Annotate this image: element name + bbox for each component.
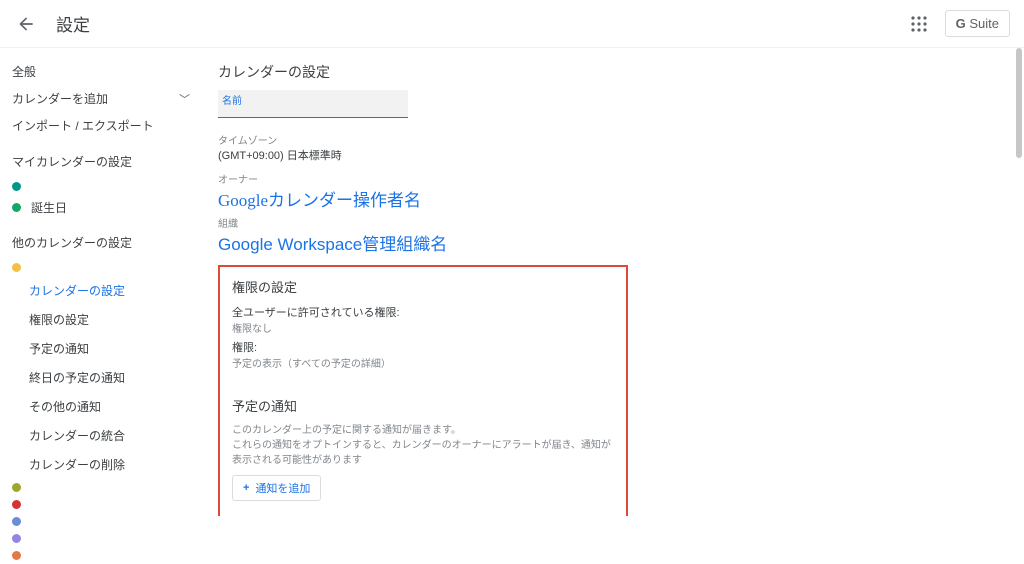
event-notif-desc: このカレンダー上の予定に関する通知が届きます。 これらの通知をオプトインすると、… — [232, 423, 614, 468]
sidebar-link-perm[interactable]: 権限の設定 — [29, 305, 200, 334]
sidebar-link-cal-settings[interactable]: カレンダーの設定 — [29, 276, 200, 305]
calendar-color-dot — [12, 182, 21, 191]
sidebar-othercal-item[interactable] — [12, 259, 200, 276]
sidebar-general[interactable]: 全般 — [12, 58, 200, 85]
name-field-container: 名前 — [218, 90, 408, 118]
calendar-color-dot — [12, 534, 21, 543]
gsuite-button[interactable]: G Suite — [945, 10, 1010, 37]
perm-all-users-value: 権限なし — [232, 320, 614, 335]
sidebar-birthday-label: 誕生日 — [31, 199, 67, 216]
chevron-down-icon: ﹀ — [179, 91, 190, 107]
calendar-color-dot — [12, 263, 21, 272]
owner-label: オーナー — [218, 171, 1024, 186]
gsuite-label: Suite — [969, 16, 999, 31]
sidebar-birthday[interactable]: 誕生日 — [12, 195, 200, 220]
page-title: 設定 — [56, 11, 90, 36]
sidebar-othercal-item[interactable] — [12, 530, 200, 547]
highlighted-sections-box: 権限の設定 全ユーザーに許可されている権限: 権限なし 権限: 予定の表示（すべ… — [218, 265, 628, 516]
main-content: カレンダーの設定 名前 タイムゾーン (GMT+09:00) 日本標準時 オーナ… — [200, 48, 1024, 516]
sidebar: 全般 カレンダーを追加 ﹀ インポート / エクスポート マイカレンダーの設定 … — [0, 48, 200, 516]
org-value[interactable]: Google Workspace管理組織名 — [218, 230, 1024, 255]
sidebar-othercal-header: 他のカレンダーの設定 — [12, 234, 200, 251]
timezone-value: (GMT+09:00) 日本標準時 — [218, 147, 1024, 163]
calendar-color-dot — [12, 551, 21, 560]
add-event-notif-label: 通知を追加 — [255, 480, 310, 496]
apps-grid-icon[interactable] — [907, 12, 931, 36]
permissions-heading: 権限の設定 — [232, 277, 614, 296]
sidebar-link-notif[interactable]: 予定の通知 — [29, 334, 200, 363]
back-arrow-icon[interactable] — [14, 12, 38, 36]
name-input[interactable] — [218, 90, 408, 118]
sidebar-link-other-notif[interactable]: その他の通知 — [29, 392, 200, 421]
sidebar-link-allday[interactable]: 終日の予定の通知 — [29, 363, 200, 392]
app-header: 設定 G Suite — [0, 0, 1024, 48]
vertical-scrollbar-thumb[interactable] — [1016, 48, 1022, 158]
calendar-color-dot — [12, 483, 21, 492]
sidebar-import-export[interactable]: インポート / エクスポート — [12, 112, 200, 139]
sidebar-othercal-item[interactable] — [12, 479, 200, 496]
sidebar-othercal-item[interactable] — [12, 496, 200, 513]
calendar-color-dot — [12, 500, 21, 509]
sidebar-link-delete[interactable]: カレンダーの削除 — [29, 450, 200, 479]
name-label: 名前 — [222, 92, 242, 107]
event-notif-heading: 予定の通知 — [232, 396, 614, 415]
plus-icon: + — [243, 482, 249, 494]
sidebar-add-calendar[interactable]: カレンダーを追加 ﹀ — [12, 85, 200, 112]
owner-value[interactable]: Googleカレンダー操作者名 — [218, 186, 1024, 211]
sidebar-othercal-item[interactable] — [12, 547, 200, 564]
sidebar-mycal-item[interactable] — [12, 178, 200, 195]
timezone-label: タイムゾーン — [218, 132, 1024, 147]
calendar-color-dot — [12, 203, 21, 212]
perm-all-users-label: 全ユーザーに許可されている権限: — [232, 304, 614, 320]
perm-label: 権限: — [232, 339, 614, 355]
gsuite-prefix: G — [956, 16, 966, 31]
org-label: 組織 — [218, 215, 1024, 230]
sidebar-add-calendar-label: カレンダーを追加 — [12, 90, 108, 107]
add-event-notif-button[interactable]: + 通知を追加 — [232, 475, 321, 501]
perm-value: 予定の表示（すべての予定の詳細） — [232, 355, 614, 370]
sidebar-mycal-header: マイカレンダーの設定 — [12, 153, 200, 170]
calendar-settings-heading: カレンダーの設定 — [218, 62, 1024, 82]
calendar-color-dot — [12, 517, 21, 526]
sidebar-link-integration[interactable]: カレンダーの統合 — [29, 421, 200, 450]
